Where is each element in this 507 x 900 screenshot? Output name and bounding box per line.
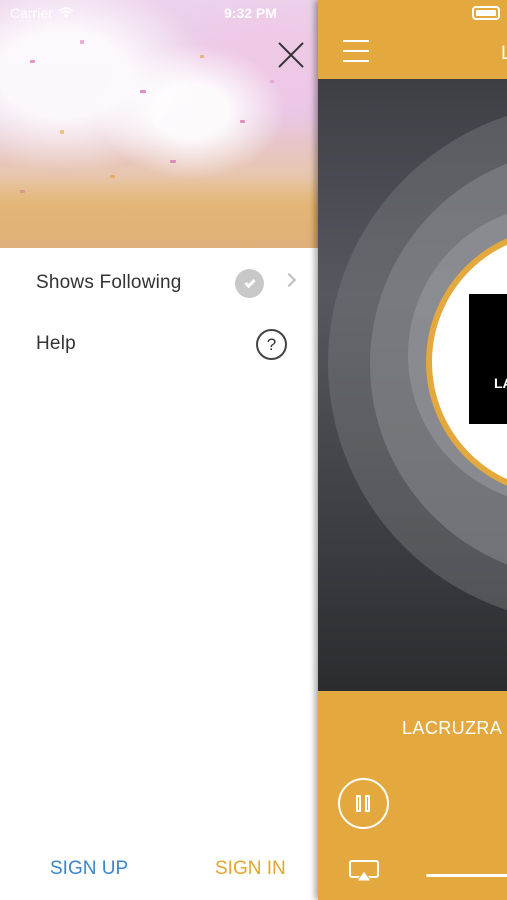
player-panel[interactable]: L LA LACRUZRA (318, 0, 507, 900)
station-name: LACRUZRA (402, 718, 503, 738)
player-footer: LACRUZRA (318, 691, 507, 900)
hamburger-menu-icon[interactable] (343, 40, 369, 62)
menu-header-image: Carrier 9:32 PM (0, 0, 318, 248)
close-icon[interactable] (276, 40, 306, 70)
station-logo-text: LA (494, 375, 507, 391)
menu-item-label: Shows Following (36, 272, 182, 293)
player-header: L (318, 0, 507, 79)
crowd-silhouette (0, 176, 318, 248)
sign-in-button[interactable]: SIGN IN (215, 858, 286, 880)
wifi-icon (58, 7, 73, 18)
check-circle-icon (235, 269, 264, 298)
menu-item-shows-following[interactable]: Shows Following (0, 254, 318, 312)
menu-item-label: Help (36, 333, 76, 354)
menu-item-help[interactable]: Help ? (0, 315, 318, 373)
pause-button[interactable] (338, 778, 389, 829)
album-art-area: LA (318, 79, 507, 691)
chevron-right-icon (281, 272, 297, 288)
status-carrier: Carrier (10, 5, 74, 21)
battery-icon (472, 6, 500, 20)
station-logo (469, 294, 507, 424)
side-menu: Carrier 9:32 PM Shows Following Help ? S… (0, 0, 318, 900)
volume-slider[interactable] (426, 874, 507, 877)
question-circle-icon: ? (256, 329, 287, 360)
player-title: L (501, 43, 507, 64)
status-time: 9:32 PM (224, 5, 277, 21)
airplay-icon[interactable] (348, 859, 380, 883)
sign-up-button[interactable]: SIGN UP (50, 858, 128, 880)
